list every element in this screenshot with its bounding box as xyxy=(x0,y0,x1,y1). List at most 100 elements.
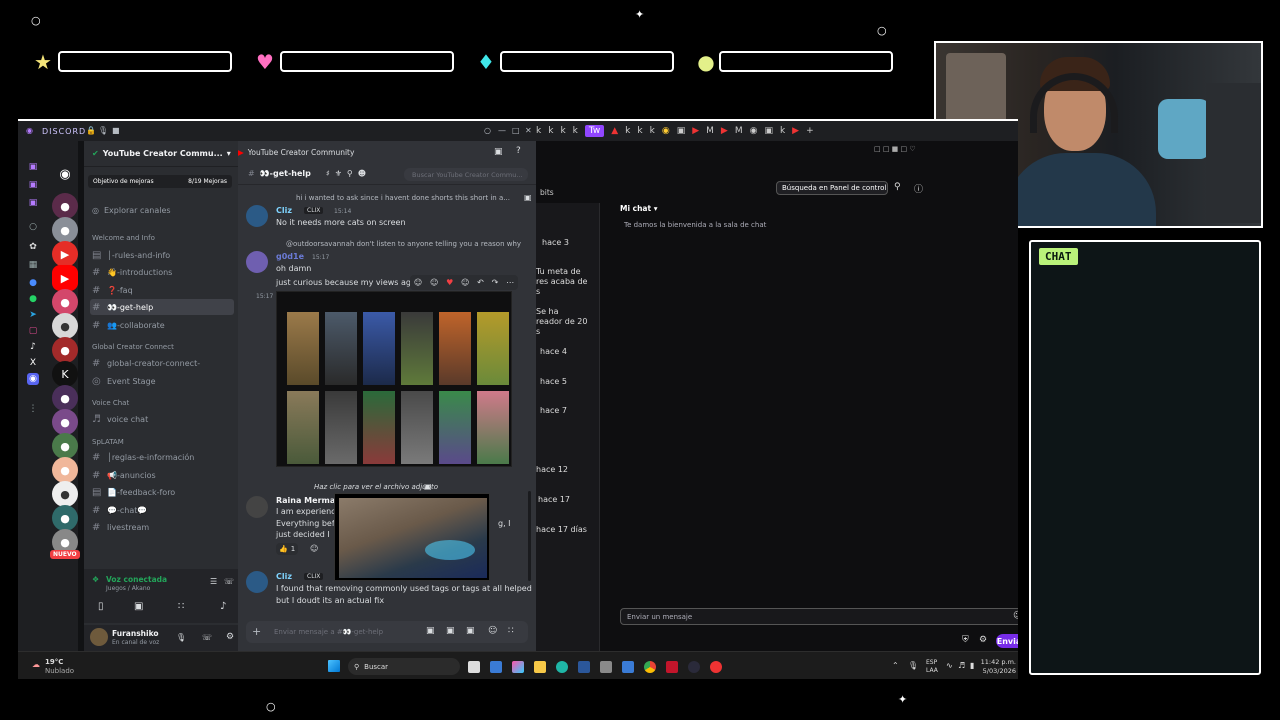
link-icon[interactable]: ○ xyxy=(27,221,39,233)
help-icon[interactable]: ? xyxy=(516,146,521,156)
info-icon[interactable]: ⓘ xyxy=(914,182,923,195)
category-voice[interactable]: Voice Chat xyxy=(92,399,129,407)
x-icon[interactable]: X xyxy=(27,357,39,369)
browser-tab[interactable]: ▶ xyxy=(692,126,699,136)
category-welcome[interactable]: Welcome and Info xyxy=(92,234,155,242)
app-icon[interactable] xyxy=(710,661,722,673)
file-explorer-icon[interactable] xyxy=(534,661,546,673)
send-button[interactable]: Enviar xyxy=(996,634,1018,648)
word-icon[interactable] xyxy=(578,661,590,673)
browser-tab[interactable]: ▲ xyxy=(611,126,618,136)
channel-anuncios[interactable]: # 📢-anuncios xyxy=(90,467,234,483)
discord-icon[interactable]: ◉ xyxy=(27,373,39,385)
forward-icon[interactable]: ↷ xyxy=(492,278,499,287)
channel-get-help[interactable]: # 👀-get-help xyxy=(90,299,234,315)
voice-status[interactable]: Voz conectada xyxy=(106,575,167,584)
dashboard-search-button[interactable]: Búsqueda en Panel de control xyxy=(776,181,888,195)
battery-icon[interactable]: ▮ xyxy=(970,661,974,670)
wifi-icon[interactable]: ∿ xyxy=(946,661,953,670)
camera-off-button[interactable]: ▯ xyxy=(98,601,104,612)
avatar[interactable] xyxy=(246,251,268,273)
start-button[interactable] xyxy=(328,660,340,672)
server-icon[interactable]: ● xyxy=(52,481,78,507)
activity-item[interactable]: hace 17 xyxy=(538,495,570,504)
headphones-icon[interactable]: ☏ xyxy=(202,633,212,642)
close-button[interactable]: ✕ xyxy=(525,126,532,135)
task-view-icon[interactable] xyxy=(468,661,480,673)
avatar[interactable] xyxy=(246,205,268,227)
browser-tab[interactable]: k xyxy=(625,126,630,136)
screen-icon[interactable]: ▣ xyxy=(494,147,503,157)
activity-item[interactable]: hace 12 xyxy=(536,465,568,474)
server-icon[interactable]: ● xyxy=(52,409,78,435)
server-icon[interactable]: ● xyxy=(52,217,78,243)
category-global[interactable]: Global Creator Connect xyxy=(92,343,174,351)
voice-channel-name[interactable]: Juegos / Akano xyxy=(106,585,150,592)
chatgpt-icon[interactable]: ✿ xyxy=(27,241,39,253)
tray-chevron-up-icon[interactable]: ⌃ xyxy=(892,661,899,670)
channel-rules[interactable]: ▤ │-rules-and-info xyxy=(90,247,234,263)
store-icon[interactable] xyxy=(490,661,502,673)
chrome-icon[interactable] xyxy=(644,661,656,673)
browser-tab[interactable]: k xyxy=(637,126,642,136)
activity-item[interactable]: hace 17 días xyxy=(536,525,587,534)
avatar[interactable] xyxy=(90,628,108,646)
whatsapp-icon[interactable]: ● xyxy=(27,293,39,305)
settings-gear-icon[interactable]: ⚙ xyxy=(979,635,987,645)
add-reaction-icon[interactable]: ☺ xyxy=(461,278,469,287)
channel-livestream[interactable]: # livestream xyxy=(90,519,234,535)
browser-tab[interactable]: ▣ xyxy=(677,126,686,136)
server-icon[interactable]: ● xyxy=(52,313,78,339)
channel-event-stage[interactable]: ◎ Event Stage xyxy=(90,373,234,389)
tiktok-icon[interactable]: ♪ xyxy=(27,341,39,353)
channel-introductions[interactable]: # 👋-introductions xyxy=(90,264,234,280)
heart-reaction-button[interactable]: ♥ xyxy=(446,278,453,287)
server-icon[interactable]: ▶ xyxy=(52,241,78,267)
add-reaction-icon[interactable]: ☺ xyxy=(310,544,318,553)
message-input[interactable]: Enviar mensaje a #👀-get-help xyxy=(274,628,383,636)
browser-tab[interactable]: M xyxy=(706,126,714,136)
explore-channels[interactable]: ◎ Explorar canales xyxy=(90,202,234,218)
avatar[interactable] xyxy=(246,496,268,518)
sticker-icon[interactable]: ▣ xyxy=(466,626,475,636)
server-icon-youtube-creator-community[interactable]: ▶ xyxy=(52,265,78,291)
browser-tab[interactable]: ◉ xyxy=(750,126,758,136)
microphone-icon[interactable]: 🎙 xyxy=(176,633,186,642)
activity-item[interactable]: hace 4 xyxy=(540,347,567,356)
user-name[interactable]: Furanshiko xyxy=(112,629,159,638)
weather-temp[interactable]: 19°C xyxy=(45,658,63,666)
noise-suppression-icon[interactable]: ☰ xyxy=(210,577,217,586)
reply-preview[interactable]: hi i wanted to ask since i havent done s… xyxy=(296,194,510,202)
more-icon[interactable]: ⋯ xyxy=(506,278,514,287)
activity-item[interactable]: hace 7 xyxy=(540,406,567,415)
activities-button[interactable]: ∷ xyxy=(178,601,184,612)
weather-icon[interactable]: ☁ xyxy=(32,660,40,669)
messages-icon[interactable]: ▣ xyxy=(27,179,39,191)
app-icon[interactable] xyxy=(622,661,634,673)
settings-gear-icon[interactable]: ⚙ xyxy=(226,632,234,642)
server-icon[interactable]: ● xyxy=(52,289,78,315)
browser-tab-twitch[interactable]: Tw xyxy=(584,125,605,137)
browser-tab[interactable]: ▶ xyxy=(792,126,799,136)
microphone-tray-icon[interactable]: 🎙 xyxy=(908,661,918,670)
activity-item[interactable]: hace 3 xyxy=(542,238,569,247)
channel-feedback-foro[interactable]: ▤ 📄-feedback-foro xyxy=(90,484,234,500)
app-icon[interactable] xyxy=(600,661,612,673)
server-icon[interactable]: ● xyxy=(52,337,78,363)
image-attachment[interactable] xyxy=(276,291,512,467)
taskbar-search[interactable]: ⚲ Buscar xyxy=(348,658,460,675)
video-popup[interactable] xyxy=(334,493,490,581)
apps-icon[interactable]: ∷ xyxy=(508,626,514,636)
browser-tab[interactable]: k xyxy=(548,126,553,136)
volume-icon[interactable]: ♬ xyxy=(958,661,965,670)
message-author[interactable]: g0d1e xyxy=(276,252,304,261)
inbox-icon[interactable]: ○ xyxy=(484,126,491,135)
discord-home-button[interactable]: ◉ xyxy=(52,161,78,187)
server-icon[interactable]: ● xyxy=(52,433,78,459)
browser-tab[interactable]: k xyxy=(650,126,655,136)
disconnect-icon[interactable]: ☏ xyxy=(224,577,234,586)
telegram-icon[interactable]: ➤ xyxy=(27,309,39,321)
browser-tab[interactable]: M xyxy=(735,126,743,136)
new-tab-button[interactable]: + xyxy=(806,126,814,136)
messenger-icon[interactable]: ● xyxy=(27,277,39,289)
